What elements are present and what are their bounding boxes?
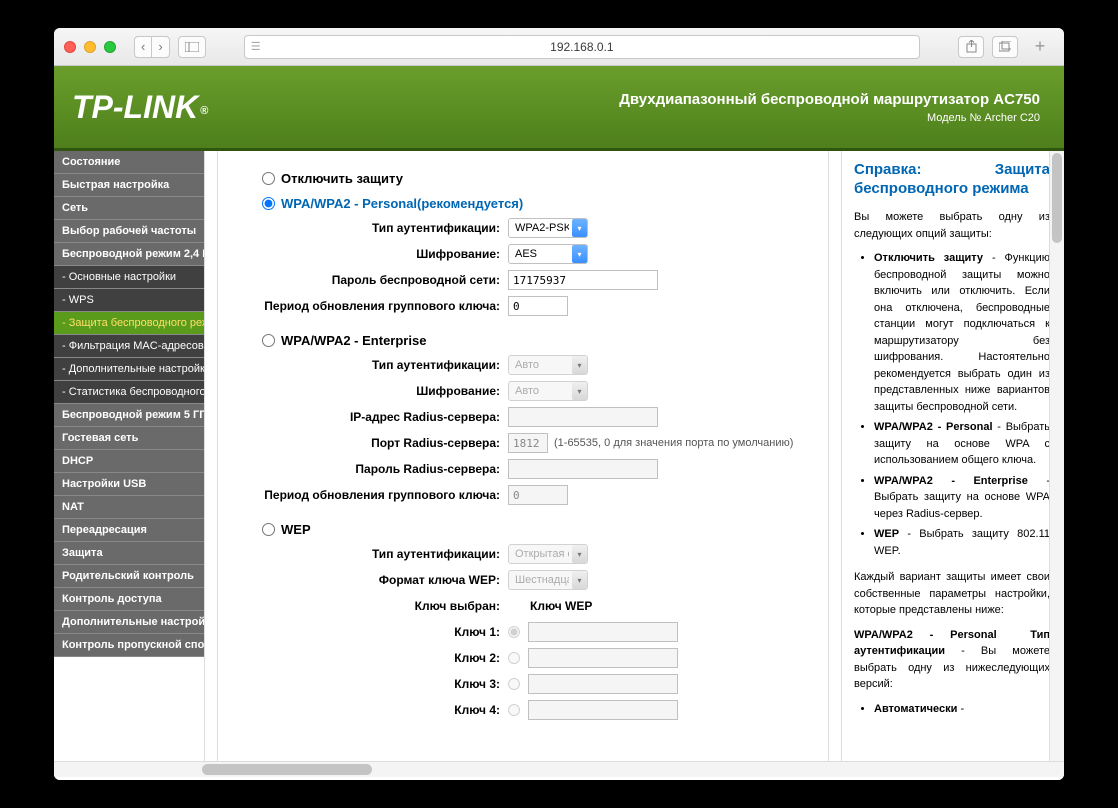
- share-button[interactable]: [958, 36, 984, 58]
- reader-icon: ☰: [251, 40, 261, 53]
- wep-key2-radio[interactable]: [508, 652, 520, 664]
- new-tab-button[interactable]: +: [1026, 33, 1054, 61]
- sidebar-item[interactable]: NAT: [54, 496, 204, 519]
- help-panel: Справка:Защита беспроводного режима Вы м…: [842, 151, 1064, 761]
- radius-ip-input[interactable]: [508, 407, 658, 427]
- sidebar-item[interactable]: Беспроводной режим 5 ГГц: [54, 404, 204, 427]
- back-button[interactable]: ‹: [134, 36, 151, 58]
- sidebar-item[interactable]: - Фильтрация MAC-адресов: [54, 335, 204, 358]
- sidebar-item[interactable]: Переадресация: [54, 519, 204, 542]
- sidebar-item[interactable]: Родительский контроль: [54, 565, 204, 588]
- wep-key1-input[interactable]: [528, 622, 678, 642]
- sidebar-item[interactable]: - Дополнительные настройки: [54, 358, 204, 381]
- group-key-input[interactable]: [508, 296, 568, 316]
- page-content: TP-LINK® Двухдиапазонный беспроводной ма…: [54, 66, 1064, 780]
- product-title: Двухдиапазонный беспроводной маршрутизат…: [619, 91, 1040, 108]
- sidebar-item[interactable]: Гостевая сеть: [54, 427, 204, 450]
- sidebar-item[interactable]: - Статистика беспроводного режима: [54, 381, 204, 404]
- product-model: Модель № Archer C20: [619, 112, 1040, 124]
- sidebar-item[interactable]: - WPS: [54, 289, 204, 312]
- sidebar-item[interactable]: Сеть: [54, 197, 204, 220]
- wpa-enterprise-radio[interactable]: [262, 334, 275, 347]
- sidebar-item[interactable]: Защита: [54, 542, 204, 565]
- vertical-scrollbar[interactable]: [1049, 151, 1064, 761]
- wep-key1-radio[interactable]: [508, 626, 520, 638]
- minimize-window-button[interactable]: [84, 41, 96, 53]
- maximize-window-button[interactable]: [104, 41, 116, 53]
- dropdown-icon: ▾: [572, 382, 587, 400]
- tabs-button[interactable]: [992, 36, 1018, 58]
- sidebar-item[interactable]: Выбор рабочей частоты: [54, 220, 204, 243]
- scrollbar-thumb[interactable]: [1052, 153, 1062, 243]
- wep-key3-radio[interactable]: [508, 678, 520, 690]
- disable-security-radio[interactable]: [262, 172, 275, 185]
- dropdown-icon: ▾: [572, 245, 587, 263]
- scrollbar-thumb[interactable]: [202, 764, 372, 775]
- router-banner: TP-LINK® Двухдиапазонный беспроводной ма…: [54, 66, 1064, 151]
- sidebar-item[interactable]: - Защита беспроводного режима: [54, 312, 204, 335]
- nav-sidebar: СостояниеБыстрая настройкаСетьВыбор рабо…: [54, 151, 204, 761]
- sidebar-item[interactable]: Настройки USB: [54, 473, 204, 496]
- wep-key2-input[interactable]: [528, 648, 678, 668]
- sidebar-item[interactable]: Дополнительные настройки маршрутизации: [54, 611, 204, 634]
- dropdown-icon: ▾: [572, 571, 587, 589]
- sidebar-item[interactable]: Контроль пропускной способности: [54, 634, 204, 657]
- sidebar-item[interactable]: Беспроводной режим 2,4 ГГц: [54, 243, 204, 266]
- ent-group-input[interactable]: [508, 485, 568, 505]
- radius-password-input[interactable]: [508, 459, 658, 479]
- browser-titlebar: ‹ › ☰ 192.168.0.1 +: [54, 28, 1064, 66]
- dropdown-icon: ▾: [572, 356, 587, 374]
- sidebar-item[interactable]: Быстрая настройка: [54, 174, 204, 197]
- dropdown-icon: ▾: [572, 545, 587, 563]
- wep-key3-input[interactable]: [528, 674, 678, 694]
- horizontal-scrollbar[interactable]: [54, 761, 1064, 777]
- wep-key4-radio[interactable]: [508, 704, 520, 716]
- wpa-password-input[interactable]: [508, 270, 658, 290]
- url-text: 192.168.0.1: [550, 40, 613, 54]
- sidebar-toggle-button[interactable]: [178, 36, 206, 58]
- divider: [828, 151, 842, 761]
- sidebar-item[interactable]: Состояние: [54, 151, 204, 174]
- settings-panel: Отключить защиту WPA/WPA2 - Personal(рек…: [218, 151, 828, 761]
- wpa-personal-radio[interactable]: [262, 197, 275, 210]
- address-bar[interactable]: ☰ 192.168.0.1: [244, 35, 920, 59]
- radius-port-input[interactable]: [508, 433, 548, 453]
- sidebar-item[interactable]: - Основные настройки: [54, 266, 204, 289]
- wep-key4-input[interactable]: [528, 700, 678, 720]
- wep-radio[interactable]: [262, 523, 275, 536]
- wpa-enterprise-label: WPA/WPA2 - Enterprise: [281, 333, 426, 348]
- sidebar-item[interactable]: DHCP: [54, 450, 204, 473]
- divider: [204, 151, 218, 761]
- sidebar-item[interactable]: Контроль доступа: [54, 588, 204, 611]
- wpa-personal-label: WPA/WPA2 - Personal(рекомендуется): [281, 196, 523, 211]
- forward-button[interactable]: ›: [151, 36, 169, 58]
- help-title: Справка:Защита: [854, 161, 1050, 178]
- disable-security-label: Отключить защиту: [281, 171, 403, 186]
- dropdown-icon: ▾: [572, 219, 587, 237]
- wep-label: WEP: [281, 522, 311, 537]
- close-window-button[interactable]: [64, 41, 76, 53]
- brand-logo: TP-LINK®: [72, 89, 206, 126]
